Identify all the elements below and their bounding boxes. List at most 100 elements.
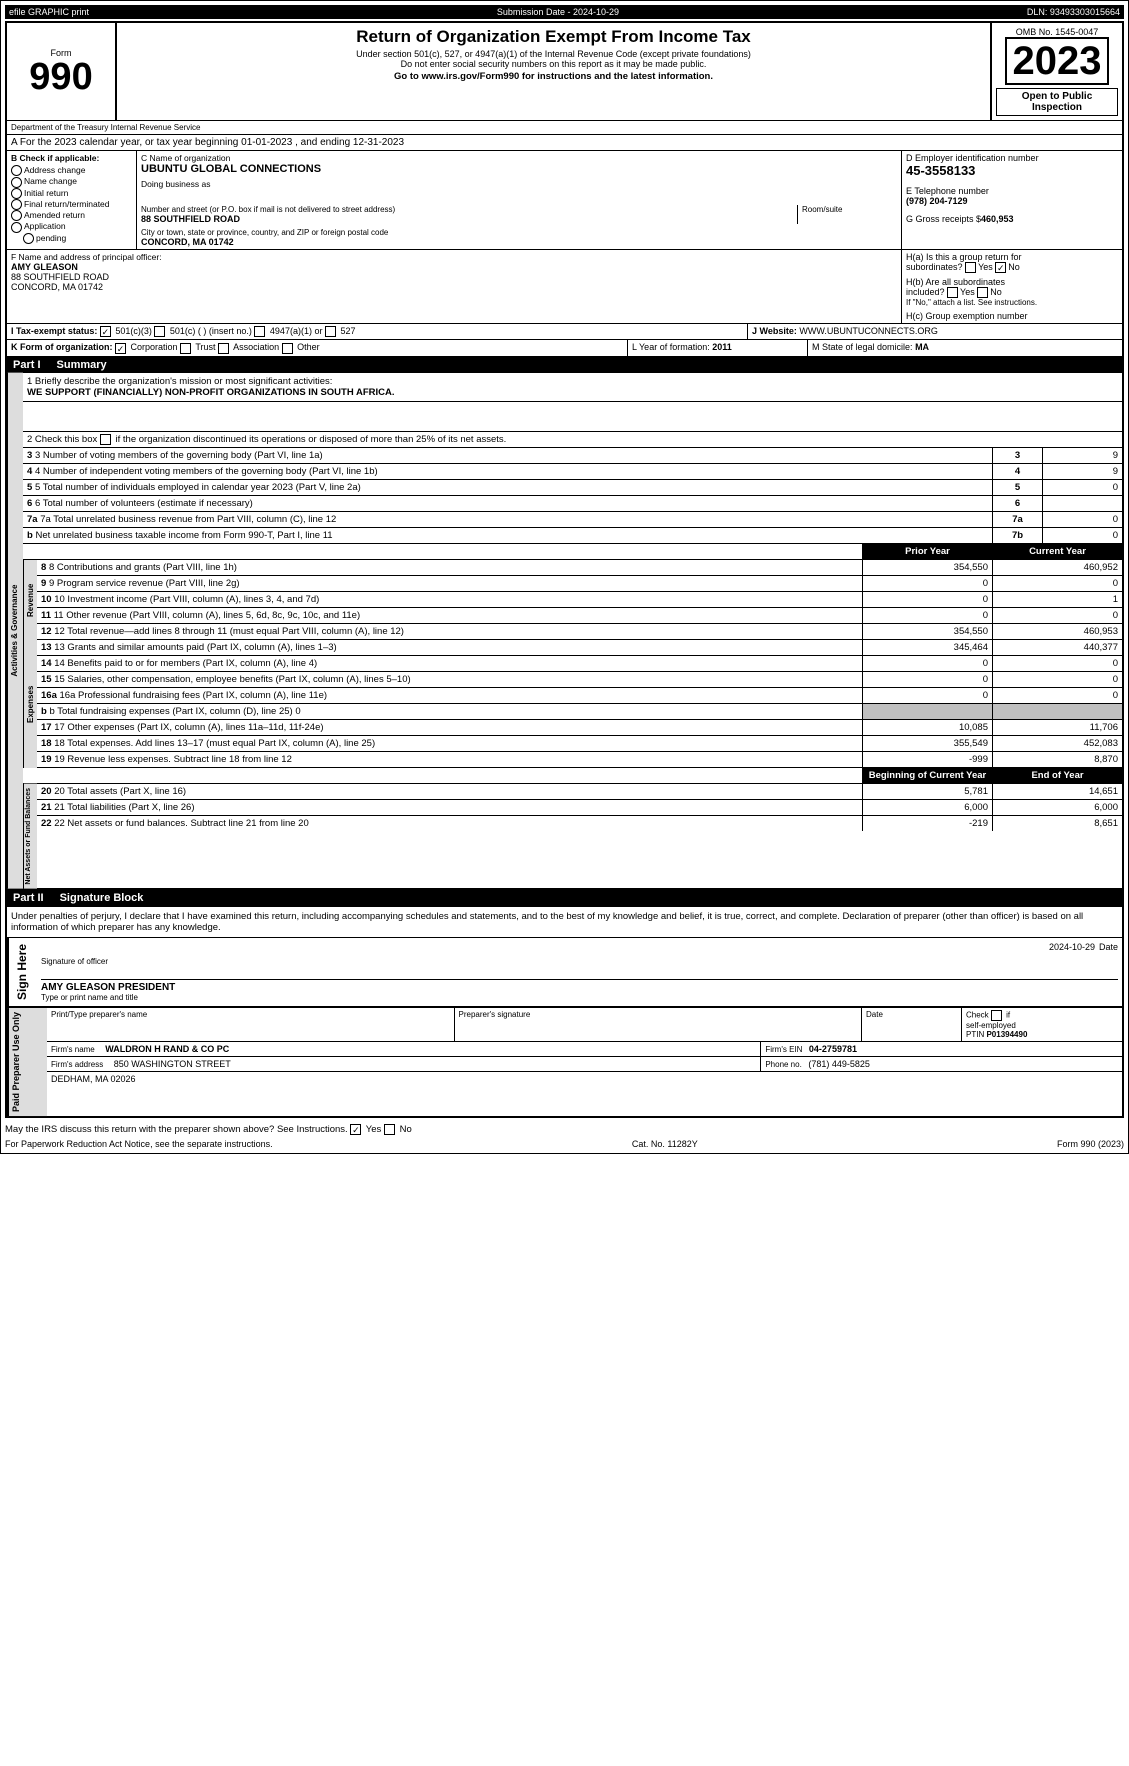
- section-i: I Tax-exempt status: 501(c)(3) 501(c) ( …: [7, 324, 748, 339]
- preparer-check-col: Check if self-employed PTIN P01394490: [962, 1008, 1122, 1041]
- hc: H(c) Group exemption number: [906, 311, 1118, 321]
- line15-prior: 0: [862, 672, 992, 687]
- submission-date: Submission Date - 2024-10-29: [497, 7, 619, 17]
- address-value: 88 SOUTHFIELD ROAD: [141, 214, 797, 224]
- amended-label: Amended return: [24, 210, 85, 220]
- omb-box: OMB No. 1545-0047 2023 Open to Public In…: [992, 23, 1122, 120]
- line11: 11 11 Other revenue (Part VIII, column (…: [37, 608, 1122, 624]
- e-section: E Telephone number (978) 204-7129: [906, 186, 1118, 206]
- section-j: J Website: WWW.UBUNTUCONNECTS.ORG: [748, 324, 1122, 339]
- i-527: [325, 326, 336, 337]
- room-suite: Room/suite: [797, 205, 897, 224]
- radio-application: [11, 222, 22, 233]
- line16b-label: b b Total fundraising expenses (Part IX,…: [37, 704, 862, 719]
- line21: 21 21 Total liabilities (Part X, line 26…: [37, 800, 1122, 816]
- line7b: b Net unrelated business taxable income …: [23, 528, 1122, 544]
- line5-val: 0: [1042, 480, 1122, 495]
- firm-ein-col: Firm's EIN 04-2759781: [761, 1042, 1122, 1056]
- hb-no: [977, 287, 988, 298]
- section-h: H(a) Is this a group return for subordin…: [902, 250, 1122, 323]
- m-state: MA: [915, 342, 929, 352]
- final-return-label: Final return/terminated: [24, 199, 110, 209]
- line20: 20 20 Total assets (Part X, line 16) 5,7…: [37, 784, 1122, 800]
- ha-no: [995, 262, 1006, 273]
- g-section: G Gross receipts $460,953: [906, 214, 1118, 224]
- line11-prior: 0: [862, 608, 992, 623]
- cat-no: Cat. No. 11282Y: [632, 1139, 698, 1149]
- preparer-row3: Firm's address 850 WASHINGTON STREET Pho…: [47, 1057, 1122, 1072]
- hc-label: H(c) Group exemption number: [906, 311, 1028, 321]
- line18: 18 18 Total expenses. Add lines 13–17 (m…: [37, 736, 1122, 752]
- line22-begin: -219: [862, 816, 992, 831]
- preparer-row4: DEDHAM, MA 02026: [47, 1072, 1122, 1086]
- line1-value: WE SUPPORT (FINANCIALLY) NON-PROFIT ORGA…: [27, 387, 1118, 398]
- firm-address-col: Firm's address 850 WASHINGTON STREET: [47, 1057, 761, 1071]
- line11-label: 11 11 Other revenue (Part VIII, column (…: [37, 608, 862, 623]
- efile-label: efile GRAPHIC print: [9, 7, 89, 17]
- line7b-label: b Net unrelated business taxable income …: [23, 528, 992, 543]
- footer-no: [384, 1124, 395, 1135]
- city-value: CONCORD, MA 01742: [141, 237, 897, 247]
- part2-label: Part II: [13, 892, 44, 904]
- line7a-label: 7a 7a Total unrelated business revenue f…: [23, 512, 992, 527]
- i-501c: [154, 326, 165, 337]
- org-name: UBUNTU GLOBAL CONNECTIONS: [141, 163, 897, 175]
- firm-name-col: Firm's name WALDRON H RAND & CO PC: [47, 1042, 761, 1056]
- line3: 3 3 Number of voting members of the gove…: [23, 448, 1122, 464]
- section-k: K Form of organization: Corporation Trus…: [7, 340, 628, 355]
- beginning-header: Beginning of Current Year: [862, 768, 992, 783]
- g-label: G Gross receipts $460,953: [906, 214, 1118, 224]
- part1-label: Part I: [13, 359, 41, 371]
- line8-label: 8 8 Contributions and grants (Part VIII,…: [37, 560, 862, 575]
- line16b: b b Total fundraising expenses (Part IX,…: [37, 704, 1122, 720]
- line19-prior: -999: [862, 752, 992, 767]
- application-label: Application: [24, 221, 66, 231]
- address-row: Number and street (or P.O. box if mail i…: [141, 205, 897, 224]
- line8-prior: 354,550: [862, 560, 992, 575]
- print-name-label: Print/Type preparer's name: [51, 1010, 450, 1019]
- footer-yes: [350, 1124, 361, 1135]
- section-c: C Name of organization UBUNTU GLOBAL CON…: [137, 151, 902, 249]
- footer-row1: May the IRS discuss this return with the…: [5, 1124, 1124, 1135]
- phone-value: (781) 449-5825: [808, 1059, 870, 1069]
- section-b-label: B Check if applicable:: [11, 153, 132, 163]
- line12-label: 12 12 Total revenue—add lines 8 through …: [37, 624, 862, 639]
- line6-num: 6: [992, 496, 1042, 511]
- b-final-return: Final return/terminated: [11, 199, 132, 210]
- line14-label: 14 14 Benefits paid to or for members (P…: [37, 656, 862, 671]
- row-b-c-d: B Check if applicable: Address change Na…: [7, 151, 1122, 250]
- line9-prior: 0: [862, 576, 992, 591]
- part1-main: 1 Briefly describe the organization's mi…: [23, 373, 1122, 889]
- ha: H(a) Is this a group return for subordin…: [906, 252, 1118, 273]
- city-label: City or town, state or province, country…: [141, 228, 897, 237]
- line21-end: 6,000: [992, 800, 1122, 815]
- irs-discuss-text: May the IRS discuss this return with the…: [5, 1124, 412, 1135]
- line2-checkbox: [100, 434, 111, 445]
- line7a-num: 7a: [992, 512, 1042, 527]
- line16b-shade1: [862, 704, 992, 719]
- row-k-l-m: K Form of organization: Corporation Trus…: [7, 340, 1122, 356]
- preparer-content: Print/Type preparer's name Preparer's si…: [47, 1008, 1122, 1116]
- f-address: 88 SOUTHFIELD ROAD: [11, 272, 897, 282]
- line3-num: 3: [992, 448, 1042, 463]
- line16a: 16a 16a Professional fundraising fees (P…: [37, 688, 1122, 704]
- print-name-value: [51, 1019, 450, 1035]
- line13: 13 13 Grants and similar amounts paid (P…: [37, 640, 1122, 656]
- form-body: B Check if applicable: Address change Na…: [5, 151, 1124, 1118]
- section-b: B Check if applicable: Address change Na…: [7, 151, 137, 249]
- go-to-text: Go to www.irs.gov/Form990 for instructio…: [121, 71, 986, 82]
- line21-begin: 6,000: [862, 800, 992, 815]
- part2-title: Signature Block: [60, 892, 144, 904]
- line10: 10 10 Investment income (Part VIII, colu…: [37, 592, 1122, 608]
- preparer-date-label: Date: [866, 1010, 957, 1019]
- date-label: Date: [1099, 942, 1118, 952]
- net-assets-label: Net Assets or Fund Balances: [23, 784, 37, 889]
- line8: 8 8 Contributions and grants (Part VIII,…: [37, 560, 1122, 576]
- hb-label: H(b) Are all subordinates: [906, 277, 1005, 287]
- firm-city-value: DEDHAM, MA 02026: [51, 1074, 136, 1084]
- dept-bar: Department of the Treasury Internal Reve…: [5, 121, 1124, 135]
- line10-label: 10 10 Investment income (Part VIII, colu…: [37, 592, 862, 607]
- expenses-label: Expenses: [23, 640, 37, 768]
- l-label: L Year of formation:: [632, 342, 710, 352]
- line13-label: 13 13 Grants and similar amounts paid (P…: [37, 640, 862, 655]
